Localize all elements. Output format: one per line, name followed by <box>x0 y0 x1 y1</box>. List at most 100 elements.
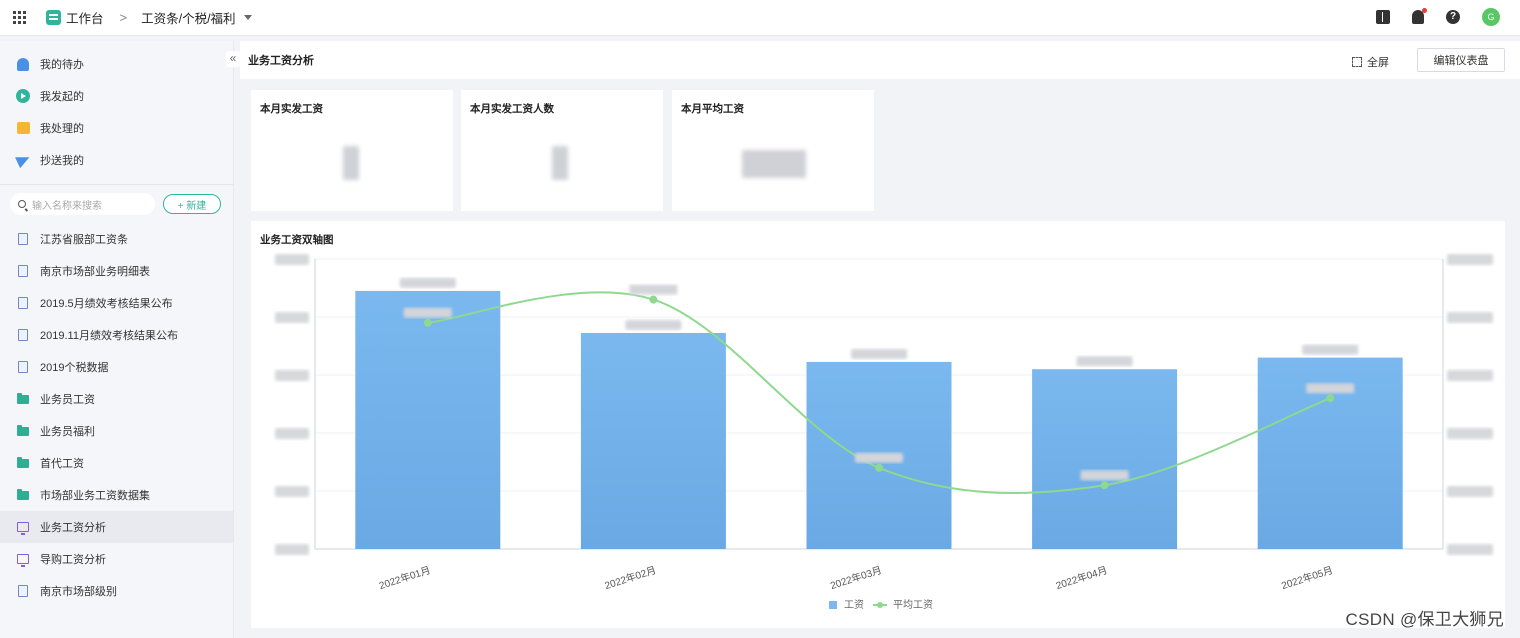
sidebar-item-label: 南京市场部级别 <box>40 586 117 598</box>
sidebar-item-label: 南京市场部业务明细表 <box>40 266 150 278</box>
sidebar-item-label: 市场部业务工资数据集 <box>40 490 150 502</box>
left-tick-label-blurred <box>275 370 309 381</box>
sidebar-item-label: 业务员福利 <box>40 426 95 438</box>
blurred-value <box>742 150 806 178</box>
right-tick-label-blurred <box>1447 428 1493 439</box>
notification-icon[interactable] <box>1412 8 1427 24</box>
x-tick-label: 2022年04月 <box>1054 563 1109 592</box>
sidebar-item-label: 首代工资 <box>40 458 84 470</box>
bar-data-label-blurred <box>625 319 682 330</box>
x-tick-label: 2022年05月 <box>1280 563 1335 592</box>
sidebar-item-folder[interactable]: 市场部业务工资数据集 <box>0 479 233 511</box>
right-tick-label-blurred <box>1447 254 1493 265</box>
document-icon <box>16 328 30 342</box>
line-data-label-blurred <box>1080 470 1129 481</box>
sidebar-item-my-todo[interactable]: 我的待办 <box>0 48 233 80</box>
document-icon <box>16 264 30 278</box>
fullscreen-button[interactable]: 全屏 <box>1352 54 1389 70</box>
sidebar-item-label: 我处理的 <box>40 123 84 135</box>
line-point-2022年04月 <box>1100 481 1109 490</box>
sidebar-item-label: 导购工资分析 <box>40 554 106 566</box>
sidebar-item-label: 业务员工资 <box>40 394 95 406</box>
dashboard-icon <box>16 520 30 535</box>
sidebar-search-row: 输入名称来搜索 + 新建 <box>0 193 233 215</box>
sidebar-item-label: 2019.5月绩效考核结果公布 <box>40 298 173 310</box>
chevron-down-icon[interactable] <box>243 15 252 20</box>
line-point-2022年02月 <box>649 295 658 304</box>
line-point-2022年03月 <box>875 463 883 472</box>
right-tick-label-blurred <box>1447 370 1493 381</box>
paper-plane-icon <box>14 151 32 169</box>
bar-data-label-blurred <box>399 277 456 288</box>
x-tick-label: 2022年02月 <box>603 563 658 592</box>
left-tick-label-blurred <box>275 254 309 265</box>
bar-data-label-blurred <box>1076 356 1133 367</box>
line-data-label-blurred <box>855 452 903 463</box>
bar-2022年01月 <box>355 290 501 549</box>
sidebar-item-label: 2019.11月绩效考核结果公布 <box>40 330 178 342</box>
dual-axis-chart: 2022年01月 2022年02月 2022年03月 2022年04月 2022年05月… <box>275 254 1493 611</box>
document-icon <box>16 232 30 246</box>
sidebar-item-dashboard-active[interactable]: 业务工资分析 <box>0 511 233 543</box>
kpi-card-headcount: 本月实发工资人数 <box>461 90 663 211</box>
app-grid-icon[interactable] <box>13 10 27 25</box>
line-point-2022年01月 <box>423 318 432 327</box>
kpi-label: 本月实发工资 <box>260 103 323 115</box>
line-data-label-blurred <box>1306 383 1355 394</box>
document-icon <box>16 296 30 310</box>
sidebar-item-folder[interactable]: 业务员福利 <box>0 415 233 447</box>
fullscreen-label: 全屏 <box>1367 57 1389 69</box>
edit-dashboard-button[interactable]: 编辑仪表盘 <box>1417 48 1505 72</box>
watermark: CSDN @保卫大狮兄 <box>1345 610 1504 629</box>
legend-label-line: 平均工资 <box>893 599 933 611</box>
right-tick-label-blurred <box>1447 486 1493 497</box>
left-tick-label-blurred <box>275 312 309 323</box>
left-tick-label-blurred <box>275 486 309 497</box>
bar-data-label-blurred <box>851 348 907 359</box>
sidebar-item-doc[interactable]: 南京市场部业务明细表 <box>0 255 233 287</box>
blurred-value <box>343 146 359 180</box>
search-placeholder: 输入名称来搜索 <box>32 200 102 212</box>
kpi-label: 本月实发工资人数 <box>470 103 554 115</box>
fullscreen-icon <box>1352 57 1362 67</box>
x-tick-label: 2022年03月 <box>829 563 884 592</box>
sidebar-item-folder[interactable]: 首代工资 <box>0 447 233 479</box>
sidebar-item-doc[interactable]: 江苏省服部工资条 <box>0 223 233 255</box>
sidebar-item-doc[interactable]: 2019.5月绩效考核结果公布 <box>0 287 233 319</box>
sidebar-item-my-started[interactable]: 我发起的 <box>0 80 233 112</box>
folder-icon <box>16 424 30 438</box>
sidebar-item-label: 业务工资分析 <box>40 522 106 534</box>
sidebar-item-doc[interactable]: 2019个税数据 <box>0 351 233 383</box>
help-icon[interactable]: ? <box>1446 10 1460 24</box>
legend-swatch-line-dot <box>877 602 883 608</box>
sidebar-item-label: 我的待办 <box>40 59 84 71</box>
dashboard-icon <box>16 552 30 567</box>
line-data-label-blurred <box>629 284 678 295</box>
sidebar-item-folder[interactable]: 业务员工资 <box>0 383 233 415</box>
search-input[interactable]: 输入名称来搜索 <box>10 193 155 215</box>
app-name[interactable]: 工作台 <box>66 8 104 27</box>
kpi-card-average-pay: 本月平均工资 <box>672 90 874 211</box>
collapse-sidebar-button[interactable]: « <box>226 51 240 67</box>
bell-icon <box>16 57 30 71</box>
sidebar-item-doc[interactable]: 2019.11月绩效考核结果公布 <box>0 319 233 351</box>
folder-icon <box>16 488 30 502</box>
dual-axis-chart-panel: 业务工资双轴图 2022年01月 2022年02月 2022年03月 2022年04月… <box>251 221 1505 628</box>
sidebar-item-cc-me[interactable]: 抄送我的 <box>0 144 233 176</box>
sidebar-item-doc[interactable]: 南京市场部级别 <box>0 575 233 607</box>
sidebar-item-dashboard[interactable]: 导购工资分析 <box>0 543 233 575</box>
folder-icon <box>16 392 30 406</box>
blurred-value <box>552 146 568 180</box>
book-icon[interactable] <box>1376 10 1390 24</box>
breadcrumb-current[interactable]: 工资条/个税/福利 <box>141 8 235 27</box>
sidebar-item-label: 江苏省服部工资条 <box>40 234 128 246</box>
workbench-logo-icon[interactable] <box>46 10 61 25</box>
line-point-2022年05月 <box>1326 394 1335 403</box>
sidebar-item-my-handled[interactable]: 我处理的 <box>0 112 233 144</box>
page-title: 业务工资分析 <box>248 55 314 67</box>
legend-swatch-bar <box>829 601 837 609</box>
avatar[interactable]: G <box>1482 8 1500 26</box>
breadcrumb-separator: > <box>119 10 128 25</box>
topbar-actions: ? G <box>1376 8 1500 26</box>
new-button[interactable]: + 新建 <box>163 194 221 214</box>
